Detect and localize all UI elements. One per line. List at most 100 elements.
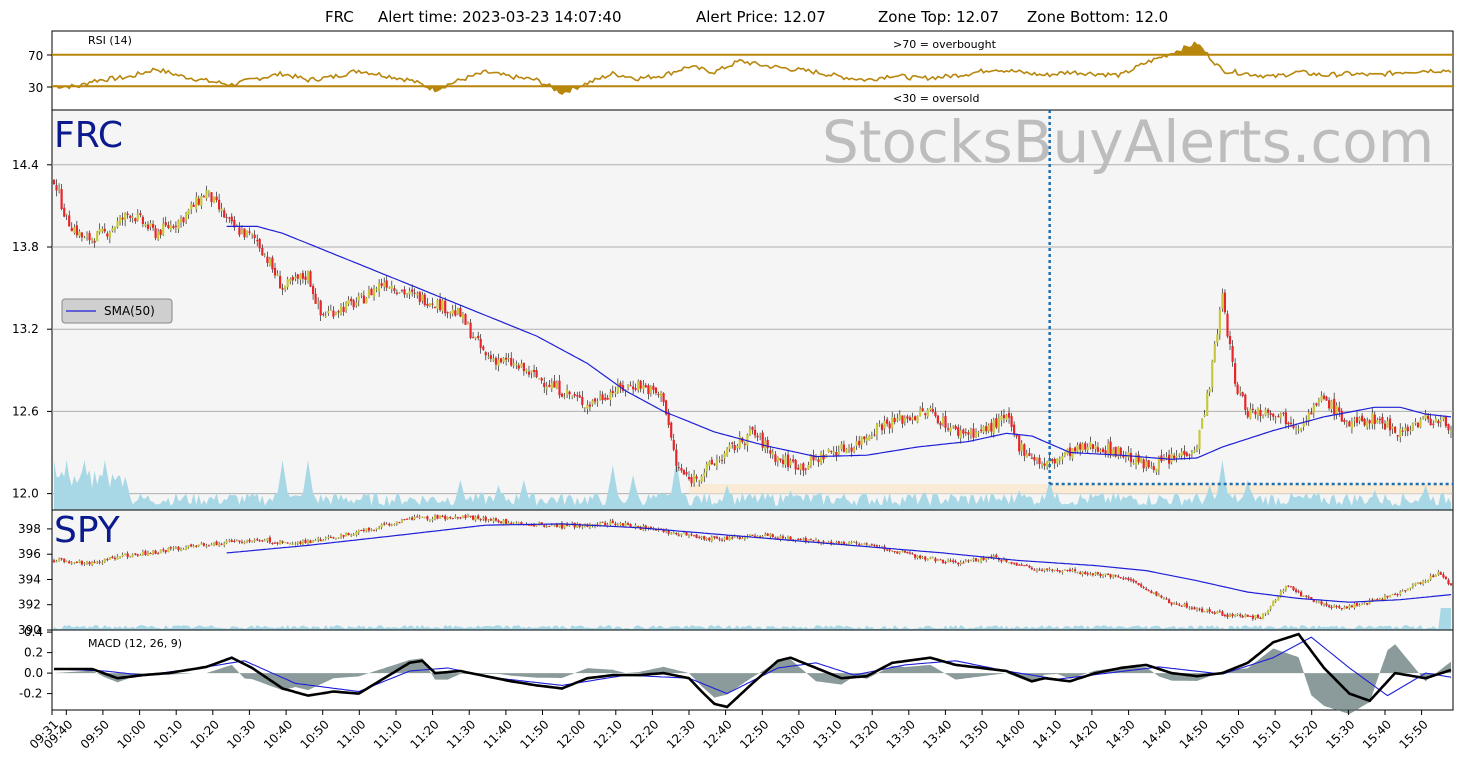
frc-candle-body (403, 289, 406, 295)
x-tick-label: 14:20 (1067, 717, 1101, 751)
spy-candle-body (715, 536, 718, 539)
x-tick-label: 10:10 (151, 717, 185, 751)
frc-candle-body (1041, 463, 1044, 466)
frc-candle-body (588, 404, 591, 407)
spy-candle-body (1282, 590, 1285, 592)
frc-candle-body (510, 358, 513, 366)
frc-candle-body (1063, 452, 1066, 457)
frc-candle-body (685, 472, 688, 475)
frc-candle (1223, 289, 1226, 315)
spy-candle-body (764, 534, 767, 536)
spy-candle-body (799, 538, 802, 541)
spy-candle-body (1361, 603, 1364, 605)
frc-candle-body (1099, 450, 1102, 452)
frc-candle (827, 448, 830, 453)
frc-candle-body (108, 232, 111, 238)
frc-candle-body (1322, 395, 1326, 399)
spy-candle-body (197, 544, 200, 547)
frc-candle-body (807, 465, 810, 470)
frc-candle-body (601, 394, 604, 401)
frc-candle-body (1165, 457, 1168, 459)
frc-candle-body (533, 370, 536, 373)
spy-candle-body (1406, 588, 1409, 591)
frc-candle-body (1035, 457, 1039, 460)
frc-candle-body (1363, 419, 1366, 426)
frc-candle-body (1330, 400, 1333, 410)
frc-candle-body (728, 444, 731, 449)
frc-candle-body (421, 294, 424, 301)
frc-candle-body (385, 280, 388, 288)
spy-candle-body (190, 544, 193, 547)
spy-candle-body (1411, 585, 1414, 587)
frc-candle-body (78, 231, 81, 237)
spy-candle-body (1033, 569, 1036, 571)
spy-candle-body (870, 544, 873, 546)
frc-candle-body (466, 323, 470, 325)
frc-candle-body (550, 383, 553, 389)
spy-candle-body (1261, 613, 1265, 620)
frc-candle-body (781, 459, 785, 465)
frc-candle-body (1005, 415, 1008, 421)
header-zone-bottom: Zone Bottom: 12.0 (1027, 8, 1168, 26)
frc-candle-body (1028, 453, 1031, 456)
frc-candle-body (423, 294, 426, 306)
spy-candle-body (1277, 596, 1280, 601)
spy-candle-body (957, 562, 960, 565)
x-tick-label: 10:20 (188, 717, 222, 751)
spy-candle-body (195, 545, 198, 547)
spy-candle-body (858, 544, 861, 546)
spy-candle-body (1231, 614, 1234, 617)
spy-candle-body (1185, 603, 1188, 608)
spy-candle-body (1449, 583, 1453, 586)
frc-candle-body (1058, 458, 1061, 461)
frc-candle-body (197, 198, 200, 205)
frc-candle-body (1104, 450, 1107, 454)
frc-candle-body (1282, 412, 1285, 414)
spy-candle-body (314, 540, 317, 542)
frc-candle-body (329, 309, 332, 311)
spy-candle-body (1183, 603, 1186, 606)
frc-candle-body (1432, 423, 1435, 425)
frc-candle-body (583, 407, 586, 409)
frc-candle-body (687, 477, 691, 480)
spy-candle-body (774, 537, 777, 539)
spy-candle-body (1170, 602, 1173, 605)
frc-candle-body (375, 288, 378, 290)
spy-candle-body (941, 560, 945, 563)
frc-candle (212, 196, 216, 204)
spy-candle-body (1096, 572, 1099, 574)
spy-candle-body (916, 556, 919, 559)
frc-candle-body (131, 216, 134, 218)
spy-candle-body (152, 551, 155, 554)
spy-candle-body (1203, 611, 1206, 613)
spy-candle-body (121, 554, 124, 557)
frc-candle-body (1401, 430, 1404, 432)
spy-candle-body (919, 555, 922, 559)
x-tick-label: 10:50 (298, 717, 332, 751)
spy-candle-body (235, 540, 238, 542)
spy-candle-body (182, 549, 185, 551)
spy-candle-body (1254, 615, 1257, 619)
spy-candle-body (1066, 570, 1069, 571)
frc-candle-body (908, 417, 912, 421)
spy-candle-body (375, 527, 378, 530)
frc-candle-body (670, 422, 673, 438)
frc-candle-body (400, 290, 404, 292)
sma-legend-label: SMA(50) (104, 304, 155, 318)
x-tick-label: 14:00 (994, 717, 1028, 751)
spy-candle-body (781, 536, 785, 539)
frc-candle-body (261, 248, 264, 256)
frc-candle-body (370, 288, 373, 296)
frc-candle-body (85, 235, 89, 237)
spy-candle-body (720, 539, 724, 541)
spy-candle-body (710, 536, 713, 541)
frc-candle-body (1030, 457, 1033, 459)
frc-candle-body (1404, 427, 1407, 431)
header-zone-top: Zone Top: 12.07 (878, 8, 999, 26)
x-tick-label: 10:30 (224, 717, 258, 751)
spy-candle-body (682, 532, 685, 534)
spy-candle-body (1195, 608, 1199, 611)
frc-candle-body (827, 449, 830, 453)
frc-candle-body (426, 303, 429, 306)
rsi-tick-70: 70 (28, 49, 43, 63)
